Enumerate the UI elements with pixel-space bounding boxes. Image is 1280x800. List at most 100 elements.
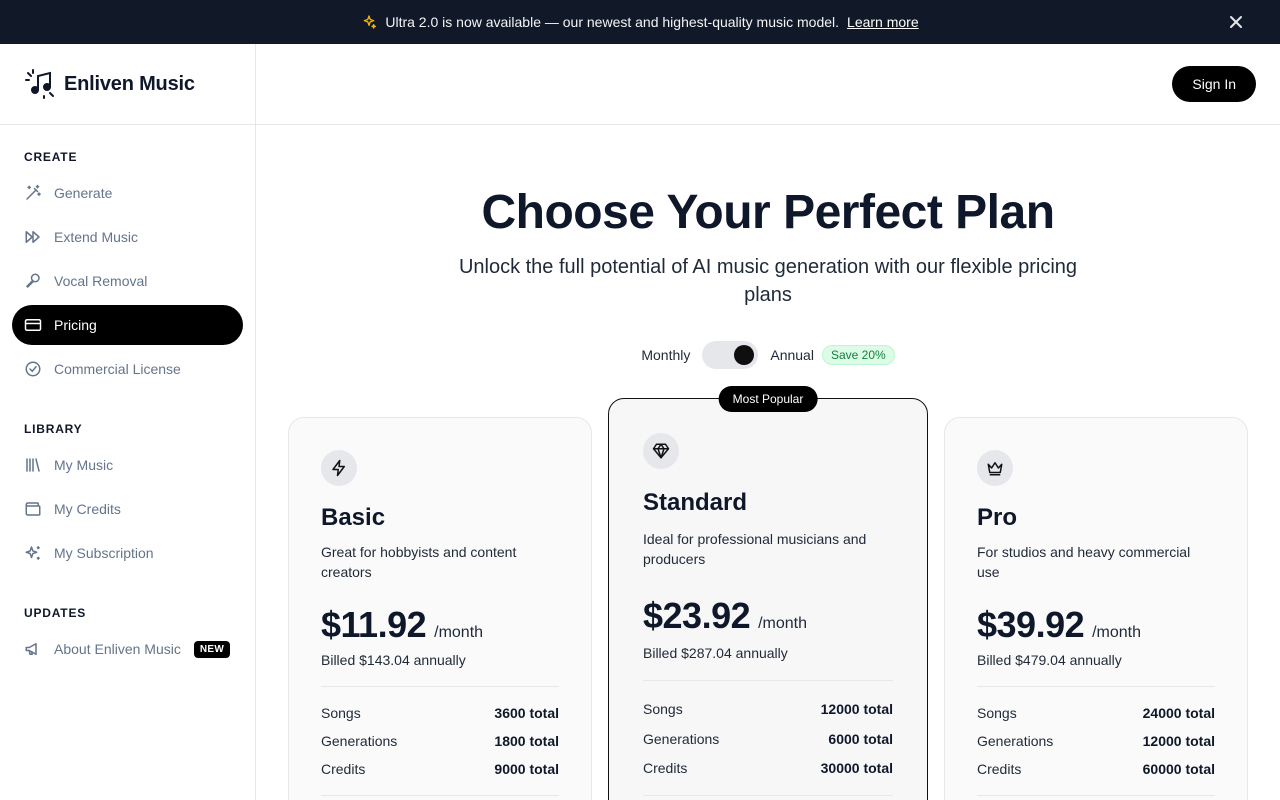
billing-toggle-row: Monthly Annual Save 20% [256, 341, 1280, 369]
feature-label: Generations [643, 731, 720, 747]
sidebar-item-commercial-license[interactable]: Commercial License [12, 349, 243, 389]
plan-name: Basic [321, 504, 386, 531]
sidebar-item-label: My Credits [54, 501, 121, 517]
microphone-icon [24, 272, 42, 290]
feature-value: 60000 total [1142, 761, 1215, 777]
sidebar-item-my-subscription[interactable]: My Subscription [12, 533, 243, 573]
new-badge: NEW [193, 640, 231, 658]
feature-value: 1800 total [494, 733, 559, 749]
sidebar-item-about[interactable]: About Enliven Music NEW [12, 629, 243, 669]
divider [643, 680, 893, 681]
close-icon[interactable] [1228, 14, 1244, 30]
sidebar-item-label: Pricing [54, 317, 97, 333]
magic-wand-icon [24, 184, 42, 202]
most-popular-badge: Most Popular [718, 386, 818, 412]
plan-name: Pro [977, 504, 1018, 531]
sidebar-item-label: Generate [54, 185, 113, 201]
plan-price: $23.92 /month [643, 595, 807, 637]
sign-in-button[interactable]: Sign In [1172, 66, 1256, 102]
feature-row: Songs 24000 total [977, 705, 1215, 721]
feature-label: Credits [977, 761, 1022, 777]
feature-label: Credits [643, 760, 688, 776]
sidebar-item-label: Vocal Removal [54, 273, 148, 289]
plan-description: Great for hobbyists and content creators [321, 544, 517, 580]
announcement-banner: Ultra 2.0 is now available — our newest … [0, 0, 1280, 44]
sidebar-item-vocal-removal[interactable]: Vocal Removal [12, 261, 243, 301]
sparkles-icon [361, 14, 377, 30]
sparkles-icon [24, 544, 42, 562]
sidebar-item-label: Extend Music [54, 229, 139, 245]
plan-card-pro: Pro For studios and heavy commercial use… [944, 417, 1248, 800]
feature-value: 12000 total [1142, 733, 1215, 749]
plan-card-standard: Most Popular Standard Ideal for professi… [608, 386, 928, 800]
feature-label: Songs [643, 701, 683, 717]
plan-description: For studios and heavy commercial use [977, 544, 1191, 580]
feature-row: Songs 12000 total [643, 701, 893, 717]
sidebar-item-label: About Enliven Music [54, 641, 181, 657]
feature-row: Songs 3600 total [321, 705, 559, 721]
brand[interactable]: Enliven Music [0, 44, 255, 125]
page-title: Choose Your Perfect Plan [481, 186, 1055, 239]
diamond-icon [643, 433, 679, 469]
price-amount: $39.92 [977, 604, 1085, 645]
divider [643, 795, 893, 796]
feature-value: 6000 total [828, 731, 893, 747]
learn-more-link[interactable]: Learn more [847, 14, 919, 30]
feature-label: Generations [321, 733, 398, 749]
section-title-updates: UPDATES [24, 606, 87, 620]
monthly-label[interactable]: Monthly [641, 347, 690, 363]
feature-row: Generations 12000 total [977, 733, 1215, 749]
banner-message: Ultra 2.0 is now available — our newest … [385, 14, 840, 30]
check-circle-icon [24, 360, 42, 378]
billing-toggle[interactable] [702, 341, 759, 369]
feature-row: Credits 9000 total [321, 761, 559, 777]
section-title-library: LIBRARY [24, 422, 83, 436]
sidebar-item-label: My Music [54, 457, 114, 473]
billed-text: Billed $287.04 annually [643, 645, 788, 661]
crown-icon [977, 450, 1013, 486]
sidebar-item-extend-music[interactable]: Extend Music [12, 217, 243, 257]
feature-label: Songs [977, 705, 1017, 721]
divider [977, 686, 1215, 687]
megaphone-icon [24, 640, 42, 658]
feature-row: Generations 1800 total [321, 733, 559, 749]
feature-value: 30000 total [820, 760, 893, 776]
pricing-main: Choose Your Perfect Plan Unlock the full… [256, 125, 1280, 800]
feature-value: 12000 total [820, 701, 893, 717]
toggle-knob [734, 345, 755, 365]
top-header: Sign In [256, 44, 1280, 125]
section-title-create: CREATE [24, 150, 78, 164]
sidebar-item-my-credits[interactable]: My Credits [12, 489, 243, 529]
divider [321, 686, 559, 687]
feature-value: 24000 total [1142, 705, 1215, 721]
feature-value: 9000 total [494, 761, 559, 777]
plan-price: $39.92 /month [977, 604, 1141, 646]
price-amount: $23.92 [643, 595, 751, 636]
lightning-icon [321, 450, 357, 486]
wallet-icon [24, 500, 42, 518]
price-period: /month [1092, 624, 1142, 641]
plan-card-basic: Basic Great for hobbyists and content cr… [288, 417, 592, 800]
fast-forward-icon [24, 228, 42, 246]
feature-label: Generations [977, 733, 1054, 749]
brand-name: Enliven Music [64, 72, 195, 95]
annual-label[interactable]: Annual [770, 347, 814, 363]
credit-card-icon [24, 316, 42, 334]
plan-description: Ideal for professional musicians and pro… [643, 531, 867, 567]
feature-row: Credits 30000 total [643, 760, 893, 776]
library-icon [24, 456, 42, 474]
feature-label: Credits [321, 761, 366, 777]
feature-value: 3600 total [494, 705, 559, 721]
sidebar-item-generate[interactable]: Generate [12, 173, 243, 213]
music-notes-logo-icon [24, 68, 56, 100]
divider [977, 795, 1215, 796]
divider [321, 795, 559, 796]
save-badge: Save 20% [821, 345, 895, 365]
feature-row: Generations 6000 total [643, 731, 893, 747]
price-amount: $11.92 [321, 604, 427, 645]
sidebar-item-my-music[interactable]: My Music [12, 445, 243, 485]
sidebar: Enliven Music CREATE Generate Extend Mus… [0, 44, 256, 800]
plan-price: $11.92 /month [321, 604, 483, 646]
plan-name: Standard [643, 489, 748, 516]
sidebar-item-pricing[interactable]: Pricing [12, 305, 243, 345]
